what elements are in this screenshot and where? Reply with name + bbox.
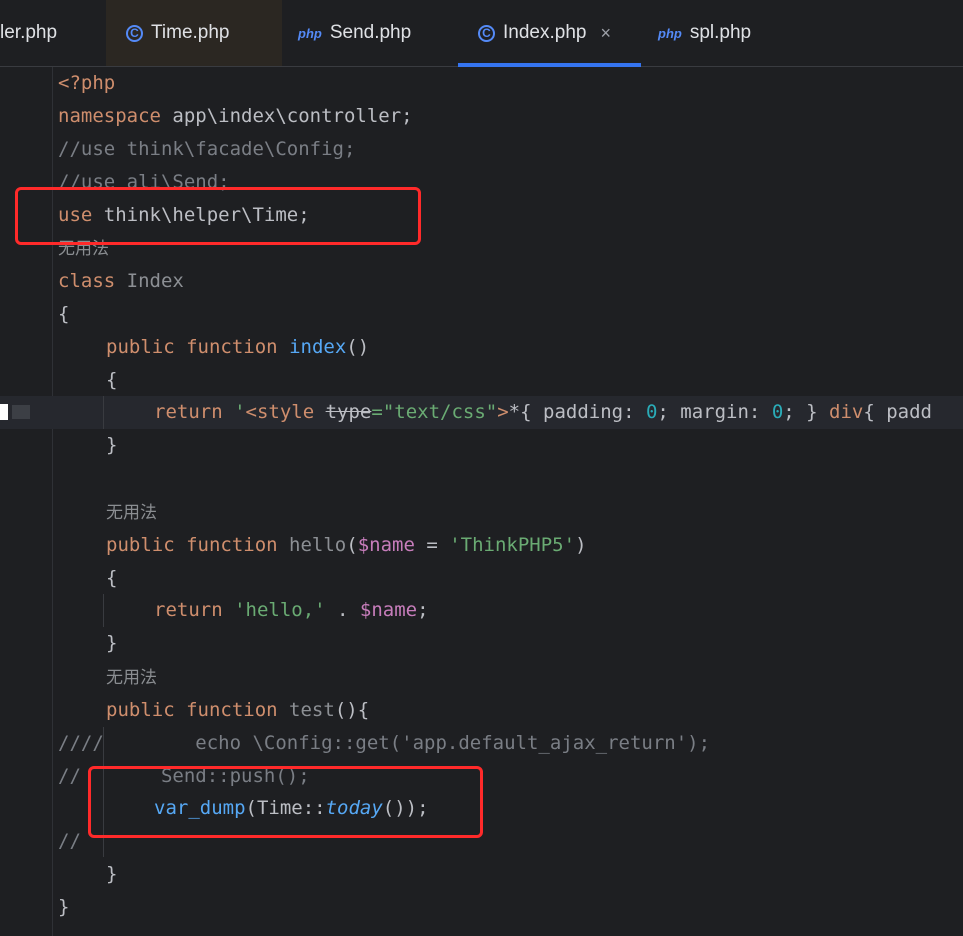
tab-label: ler.php <box>0 22 58 43</box>
php-icon: php <box>298 25 322 41</box>
code-line: { <box>58 303 70 325</box>
indent-guide <box>103 594 104 627</box>
code-line: { <box>106 567 118 589</box>
php-icon: php <box>658 25 682 41</box>
gutter-marker <box>0 404 8 420</box>
code-line: public function hello($name = 'ThinkPHP5… <box>106 534 587 556</box>
code-line: //// echo \Config::get('app.default_ajax… <box>58 732 711 754</box>
code-line: public function test(){ <box>106 699 370 721</box>
code-line: return 'hello,' . $name; <box>154 599 429 621</box>
code-line: <?php <box>58 72 116 94</box>
close-icon[interactable]: × <box>600 23 611 44</box>
tab-label: spl.php <box>689 22 752 43</box>
code-line: return '<style type="text/css">*{ paddin… <box>154 401 932 423</box>
tab-label: Send.php <box>329 22 412 43</box>
code-line: } <box>106 863 118 885</box>
annotation-box <box>15 187 421 245</box>
code-line: // <box>58 830 81 852</box>
tab-send-php[interactable]: php Send.php <box>298 0 448 66</box>
editor-tab-bar: ler.php C Time.php php Send.php C Index.… <box>0 0 963 67</box>
indent-guide <box>103 396 104 429</box>
code-line: public function index() <box>106 336 370 358</box>
annotation-box <box>88 766 483 838</box>
tab-label: Index.php <box>503 22 587 43</box>
gutter-marker <box>12 405 30 419</box>
code-line: { <box>106 369 118 391</box>
tab-index-php[interactable]: C Index.php × <box>458 0 641 67</box>
code-line: namespace app\index\controller; <box>58 105 413 127</box>
code-line: //use think\facade\Config; <box>58 138 356 160</box>
tab-spl-php[interactable]: php spl.php <box>658 0 808 66</box>
code-line: class Index <box>58 270 184 292</box>
code-editor[interactable]: <?php namespace app\index\controller; //… <box>0 67 963 936</box>
tab-label: Time.php <box>151 22 230 43</box>
class-icon: C <box>126 24 143 42</box>
code-line: } <box>106 632 118 654</box>
code-line: } <box>106 434 118 456</box>
tab-partial[interactable]: ler.php <box>0 0 104 66</box>
tab-time-php[interactable]: C Time.php <box>106 0 282 66</box>
class-icon: C <box>478 24 495 42</box>
code-line: } <box>58 896 70 918</box>
